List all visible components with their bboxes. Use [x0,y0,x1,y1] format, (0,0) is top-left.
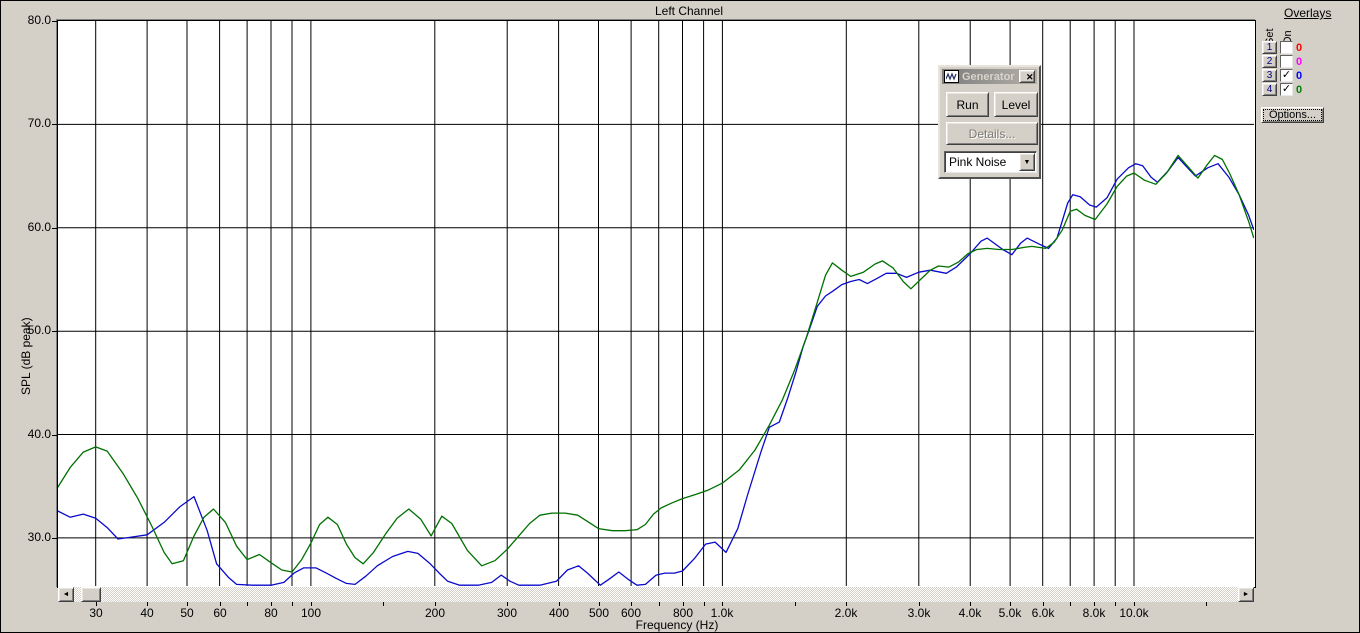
x-tick-mark [704,602,705,606]
scroll-left-icon: ◄ [62,591,70,598]
y-tick-mark [52,21,57,22]
generator-title: Generator [962,70,1015,83]
details-button: Details... [946,122,1038,145]
chart-title: Left Channel [654,4,724,18]
curve-overlay-4-green [58,154,1254,573]
x-tick-label: 8.0k [1082,606,1106,620]
x-tick-label: 40 [140,606,154,620]
x-tick-label: 50 [180,606,194,620]
y-tick-mark [52,331,57,332]
overlay-set-button[interactable]: 3 [1262,69,1277,82]
overlay-on-checkbox[interactable] [1280,55,1293,68]
h-scrollbar[interactable]: ◄ ► [58,587,1254,602]
generator-titlebar[interactable]: Generator ✕ [942,69,1037,84]
generator-dialog: Generator ✕ Run Level Details... Pink No… [938,65,1041,179]
x-tick-mark [795,602,796,606]
scrollbar-thumb[interactable] [81,587,101,602]
level-button[interactable]: Level [994,92,1038,117]
y-tick-mark [52,228,57,229]
overlay-value: 0 [1296,55,1303,68]
close-icon: ✕ [1026,72,1034,82]
x-tick-label: 80 [264,606,278,620]
x-tick-label: 400 [548,606,570,620]
y-tick-label: 30.0 [27,530,51,544]
scroll-left-button[interactable]: ◄ [58,587,74,602]
overlay-row: 3 ✓ 0 [1262,69,1302,82]
y-tick-label: 60.0 [27,220,51,234]
overlay-row: 4 ✓ 0 [1262,83,1302,96]
curve-overlay-3-blue [58,156,1254,586]
x-tick-label: 100 [300,606,322,620]
overlay-set-button[interactable]: 2 [1262,55,1277,68]
overlay-row: 10 [1262,41,1302,54]
overlay-set-button[interactable]: 1 [1262,41,1277,54]
y-tick-mark [52,124,57,125]
y-tick-label: 80.0 [27,13,51,27]
x-tick-mark [292,602,293,606]
y-tick-mark [52,435,57,436]
overlay-value: 0 [1296,83,1303,96]
overlay-set-button[interactable]: 4 [1262,83,1277,96]
x-tick-mark [1070,602,1071,606]
overlays-rows: 1 0 2 0 3 ✓ 0 4 ✓ 0 [1262,41,1302,97]
x-tick-mark [1115,602,1116,606]
x-tick-label: 2.0k [834,606,858,620]
overlays-title: Overlays [1284,6,1332,20]
x-tick-label: 10.0k [1119,606,1149,620]
scroll-right-button[interactable]: ► [1238,587,1254,602]
x-tick-label: 3.0k [907,606,931,620]
overlay-on-checkbox[interactable] [1280,41,1293,54]
overlay-value: 0 [1296,41,1303,54]
overlay-row: 20 [1262,55,1302,68]
options-button[interactable]: Options... [1261,107,1324,123]
x-tick-label: 4.0k [958,606,982,620]
x-axis-label: Frequency (Hz) [635,618,719,632]
x-tick-mark [659,602,660,606]
close-button[interactable]: ✕ [1019,70,1035,83]
frequency-response-plot [58,21,1254,586]
x-tick-label: 500 [588,606,610,620]
y-tick-mark [52,538,57,539]
x-tick-label: 300 [496,606,518,620]
signal-type-value: Pink Noise [949,155,1007,169]
x-tick-label: 5.0k [998,606,1022,620]
signal-type-select[interactable]: Pink Noise ▼ [944,151,1037,173]
overlay-on-checkbox[interactable]: ✓ [1280,69,1293,82]
waveform-icon [944,70,959,83]
scroll-right-icon: ► [1242,591,1250,598]
x-tick-label: 30 [89,606,103,620]
overlay-on-checkbox[interactable]: ✓ [1280,83,1293,96]
x-tick-label: 60 [213,606,227,620]
y-tick-label: 40.0 [27,427,51,441]
overlay-value: 0 [1296,69,1303,82]
y-tick-label: 50.0 [27,323,51,337]
x-tick-mark [383,602,384,606]
x-tick-mark [247,602,248,606]
x-tick-mark [1206,602,1207,606]
x-tick-label: 6.0k [1031,606,1055,620]
y-tick-label: 70.0 [27,116,51,130]
dropdown-arrow-icon[interactable]: ▼ [1019,153,1035,171]
run-button[interactable]: Run [946,92,989,117]
app-window: Left Channel SPL (dB peak) 80.0 70.0 60.0 5… [0,0,1360,633]
x-tick-label: 200 [424,606,446,620]
